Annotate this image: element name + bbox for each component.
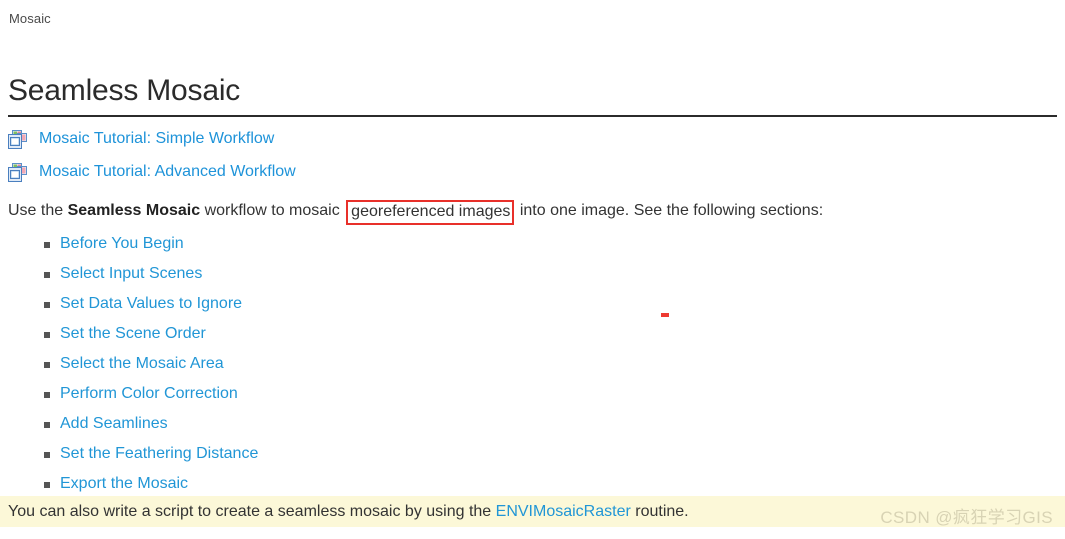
intro-text-part3: into one image. See the following sectio… [515, 202, 824, 219]
bullet-square-icon [44, 272, 50, 278]
red-annotation-mark [661, 313, 669, 317]
list-item[interactable]: Before You Begin [44, 229, 258, 259]
list-item[interactable]: Select Input Scenes [44, 259, 258, 289]
section-link[interactable]: Set the Scene Order [60, 324, 206, 344]
note-text-part2: routine. [630, 503, 689, 520]
help-page: Mosaic Seamless Mosaic Mosaic Tutorial: … [0, 0, 1065, 539]
highlighted-phrase: georeferenced images [346, 200, 515, 225]
bullet-square-icon [44, 332, 50, 338]
bullet-square-icon [44, 452, 50, 458]
section-link[interactable]: Before You Begin [60, 234, 184, 254]
list-item[interactable]: Add Seamlines [44, 409, 258, 439]
note-text: You can also write a script to create a … [8, 502, 689, 522]
bullet-square-icon [44, 362, 50, 368]
section-link[interactable]: Set the Feathering Distance [60, 444, 258, 464]
bullet-square-icon [44, 392, 50, 398]
mosaic-window-icon [8, 129, 27, 149]
intro-text-part1: Use the [8, 202, 68, 219]
section-link[interactable]: Add Seamlines [60, 414, 168, 434]
list-item[interactable]: Set Data Values to Ignore [44, 289, 258, 319]
title-divider [8, 115, 1057, 117]
section-link-list: Before You Begin Select Input Scenes Set… [44, 229, 258, 499]
mosaic-window-icon [8, 162, 27, 182]
section-link[interactable]: Set Data Values to Ignore [60, 294, 242, 314]
tutorial-link-label[interactable]: Mosaic Tutorial: Simple Workflow [39, 129, 274, 149]
intro-text-part2: workflow to mosaic [200, 202, 345, 219]
tutorial-links: Mosaic Tutorial: Simple Workflow Mosaic … [8, 127, 708, 193]
bullet-square-icon [44, 482, 50, 488]
bullet-square-icon [44, 422, 50, 428]
intro-bold-term: Seamless Mosaic [67, 202, 201, 219]
note-banner: You can also write a script to create a … [0, 496, 1065, 527]
section-link[interactable]: Select Input Scenes [60, 264, 202, 284]
section-link[interactable]: Export the Mosaic [60, 474, 188, 494]
note-text-part1: You can also write a script to create a … [8, 503, 496, 520]
section-link[interactable]: Perform Color Correction [60, 384, 238, 404]
list-item[interactable]: Set the Scene Order [44, 319, 258, 349]
tutorial-link-row[interactable]: Mosaic Tutorial: Advanced Workflow [8, 160, 708, 184]
bullet-square-icon [44, 302, 50, 308]
tutorial-link-label[interactable]: Mosaic Tutorial: Advanced Workflow [39, 162, 296, 182]
section-link[interactable]: Select the Mosaic Area [60, 354, 224, 374]
envi-mosaic-raster-link[interactable]: ENVIMosaicRaster [496, 503, 631, 520]
bullet-square-icon [44, 242, 50, 248]
tutorial-link-row[interactable]: Mosaic Tutorial: Simple Workflow [8, 127, 708, 151]
list-item[interactable]: Perform Color Correction [44, 379, 258, 409]
list-item[interactable]: Export the Mosaic [44, 469, 258, 499]
list-item[interactable]: Select the Mosaic Area [44, 349, 258, 379]
breadcrumb: Mosaic [9, 11, 51, 26]
list-item[interactable]: Set the Feathering Distance [44, 439, 258, 469]
intro-paragraph: Use the Seamless Mosaic workflow to mosa… [8, 199, 824, 225]
page-title: Seamless Mosaic [8, 74, 241, 107]
